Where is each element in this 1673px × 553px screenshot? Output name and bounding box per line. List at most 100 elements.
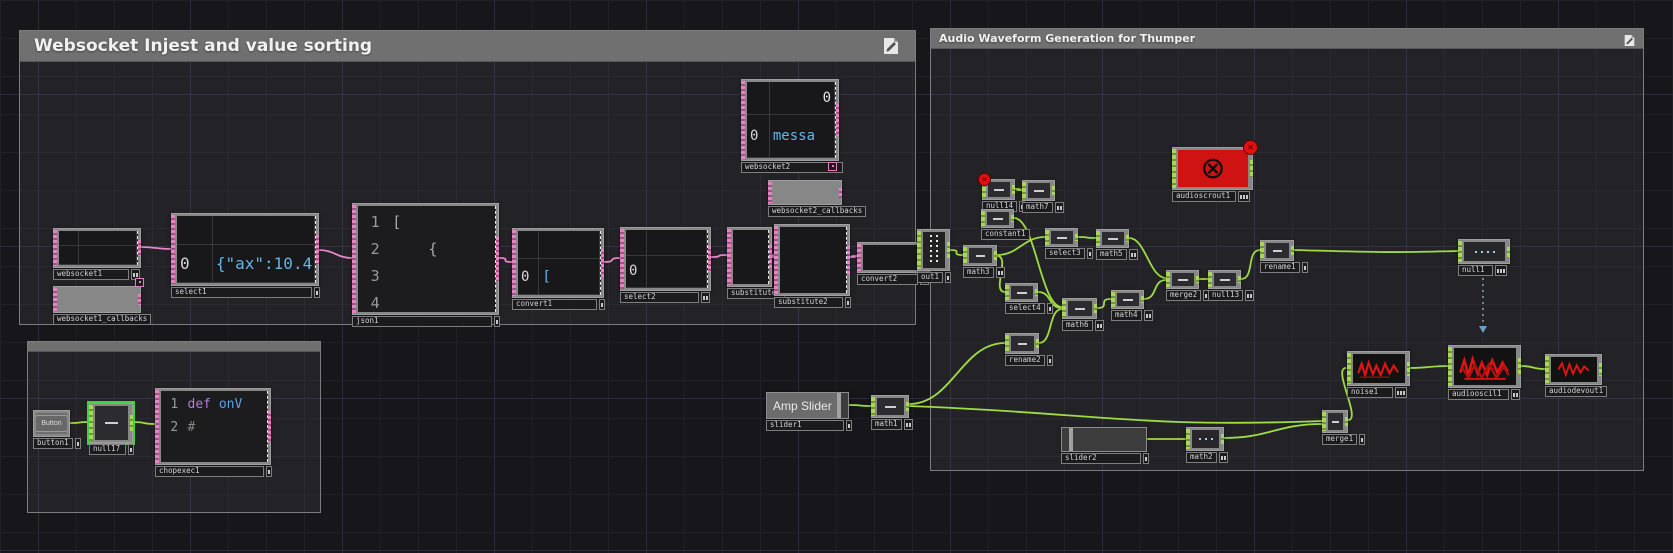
output-connector[interactable]	[847, 245, 850, 275]
node-flags[interactable]	[846, 420, 852, 431]
edit-note-icon[interactable]	[883, 37, 899, 55]
node-flags[interactable]	[74, 438, 81, 449]
output-connector[interactable]	[1518, 357, 1521, 376]
input-connector[interactable]	[53, 230, 57, 266]
slider-track[interactable]	[840, 393, 848, 418]
output-connector[interactable]	[1407, 361, 1410, 376]
node-flags[interactable]	[1046, 303, 1053, 314]
node-flags[interactable]	[1245, 290, 1255, 301]
output-connector[interactable]	[496, 236, 499, 282]
output-connector[interactable]	[1035, 288, 1038, 297]
comment-box-header[interactable]: Websocket Injest and value sorting	[20, 31, 915, 62]
node-select4[interactable]: select4	[1005, 283, 1053, 314]
node-math7[interactable]: math7	[1022, 180, 1064, 213]
input-connector[interactable]	[512, 230, 516, 296]
node-audiooscil1[interactable]: audiooscil1	[1448, 345, 1521, 400]
input-connector[interactable]	[1172, 149, 1176, 188]
slider-widget[interactable]	[1061, 427, 1147, 452]
node-flags[interactable]	[1143, 453, 1149, 464]
output-connector[interactable]	[1196, 275, 1199, 284]
node-null13[interactable]: null13	[1208, 270, 1255, 301]
output-connector[interactable]	[138, 240, 141, 256]
output-connector[interactable]	[268, 411, 271, 442]
node-rename1[interactable]: rename1	[1260, 240, 1308, 273]
output-connector[interactable]	[1012, 185, 1015, 194]
output-connector[interactable]	[130, 415, 133, 431]
node-select3[interactable]: select3	[1045, 228, 1093, 259]
output-connector[interactable]	[1141, 295, 1144, 304]
output-connector[interactable]	[708, 246, 711, 272]
input-connector[interactable]	[89, 405, 93, 441]
node-merge2[interactable]: merge2	[1166, 270, 1210, 301]
node-math4[interactable]: math4	[1111, 290, 1153, 321]
node-slider1[interactable]: Amp Slider slider1	[766, 392, 852, 431]
comment-box-header[interactable]: Audio Waveform Generation for Thumper	[931, 29, 1643, 49]
input-connector[interactable]	[871, 397, 875, 416]
node-flags[interactable]	[1128, 249, 1138, 260]
input-connector[interactable]	[768, 182, 772, 203]
node-null14[interactable]: null14 ✕	[978, 173, 1026, 212]
node-flags[interactable]	[701, 292, 710, 303]
output-connector[interactable]	[1250, 159, 1253, 178]
input-connector[interactable]	[155, 390, 159, 463]
node-convert1[interactable]: 0[convert1	[512, 228, 605, 310]
python-badge-icon[interactable]	[135, 278, 144, 287]
node-flags[interactable]	[845, 297, 851, 308]
node-noise1[interactable]: noise1	[1347, 351, 1410, 398]
node-audioscrout1[interactable]: ⊗ audioscrout1 ✕	[1172, 140, 1258, 202]
output-connector[interactable]	[994, 251, 997, 260]
network-editor-canvas[interactable]: Websocket Injest and value sorting Audio…	[0, 0, 1673, 553]
comment-box-header[interactable]	[28, 342, 320, 352]
node-flags[interactable]	[1086, 248, 1093, 259]
node-flags[interactable]	[1511, 389, 1520, 400]
node-null17[interactable]: null17	[89, 403, 134, 455]
node-rename2[interactable]: rename2	[1005, 333, 1053, 366]
node-math1[interactable]: math1	[871, 395, 913, 430]
python-badge-icon[interactable]	[828, 162, 837, 171]
node-math2[interactable]: math2	[1186, 427, 1228, 463]
output-connector[interactable]	[1238, 275, 1241, 284]
node-flags[interactable]	[128, 444, 134, 455]
node-button1[interactable]: Button button1	[33, 410, 81, 449]
output-connector[interactable]	[839, 187, 842, 198]
output-connector[interactable]	[836, 103, 839, 137]
input-connector[interactable]	[1347, 353, 1351, 384]
node-flags[interactable]	[1218, 452, 1228, 463]
input-connector[interactable]	[1260, 242, 1264, 259]
node-flags[interactable]	[1143, 310, 1153, 321]
slider-track[interactable]	[1062, 428, 1069, 451]
input-connector[interactable]	[963, 247, 967, 264]
slider-track[interactable]	[1072, 428, 1146, 451]
output-connector[interactable]	[1052, 186, 1055, 195]
output-connector[interactable]	[1126, 234, 1129, 243]
input-connector[interactable]	[741, 81, 745, 159]
node-flags[interactable]	[1046, 355, 1053, 366]
node-math3[interactable]: math3	[963, 245, 1005, 278]
input-connector[interactable]	[727, 229, 731, 285]
input-connector[interactable]	[620, 229, 624, 289]
input-connector[interactable]	[1545, 356, 1549, 383]
node-flags[interactable]	[1238, 191, 1250, 202]
node-flags[interactable]	[1395, 387, 1407, 398]
node-select1[interactable]: 0 {"ax":10.4 select1	[171, 213, 320, 298]
node-flags[interactable]	[1359, 434, 1366, 445]
node-slider2[interactable]: slider2	[1061, 427, 1149, 464]
input-connector[interactable]	[352, 205, 356, 313]
button-widget-face[interactable]: Button	[36, 415, 67, 432]
node-websocket1_callbacks[interactable]: websocket1_callbacks	[53, 278, 152, 325]
node-flags[interactable]	[945, 272, 952, 283]
input-connector[interactable]	[1111, 292, 1115, 307]
node-substitute2[interactable]: substitute2	[774, 224, 851, 308]
node-math5[interactable]: math5	[1096, 229, 1138, 260]
output-connector[interactable]	[1036, 339, 1039, 348]
output-connector[interactable]	[769, 245, 772, 269]
node-null1[interactable]: null1	[1458, 239, 1510, 276]
node-flags[interactable]	[1054, 202, 1064, 213]
output-connector[interactable]	[1507, 246, 1510, 257]
input-connector[interactable]	[917, 231, 921, 269]
output-connector[interactable]	[1599, 363, 1602, 376]
output-connector[interactable]	[1221, 434, 1224, 444]
output-connector[interactable]	[1094, 304, 1097, 313]
node-audiodevout1[interactable]: audiodevout1	[1545, 354, 1608, 397]
node-merge1[interactable]: merge1	[1322, 410, 1366, 445]
